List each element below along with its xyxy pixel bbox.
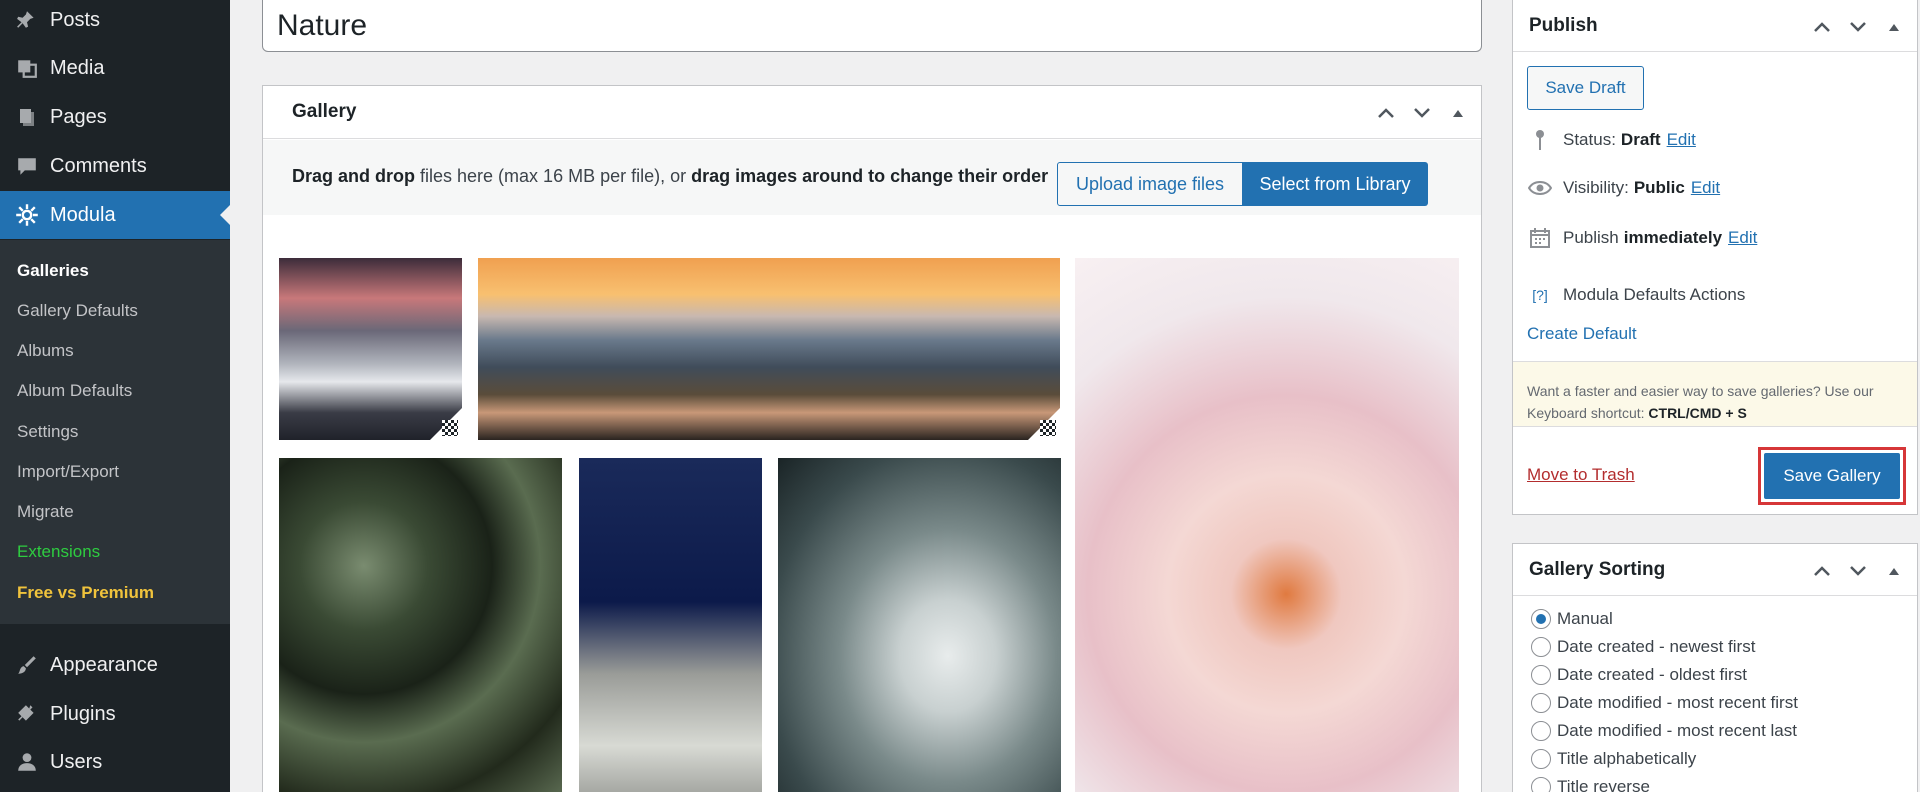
sidebar-item-label: Modula xyxy=(50,203,116,226)
sidebar-item-label: Posts xyxy=(50,8,101,31)
save-draft-button[interactable]: Save Draft xyxy=(1527,66,1644,110)
collapse-toggle-icon[interactable] xyxy=(1445,100,1471,126)
gallery-image-succulents[interactable] xyxy=(279,458,562,792)
user-icon xyxy=(10,751,44,773)
media-icon xyxy=(10,57,44,79)
sort-option-manual[interactable]: Manual xyxy=(1531,609,1613,629)
radio-button[interactable] xyxy=(1531,665,1551,685)
gallery-image-white-horse[interactable] xyxy=(778,458,1061,792)
calendar-icon xyxy=(1527,227,1553,249)
chevron-up-icon[interactable] xyxy=(1809,14,1835,40)
publish-panel-header: Publish xyxy=(1513,0,1917,52)
gallery-sorting-heading: Gallery Sorting xyxy=(1529,558,1666,580)
sort-option-title-alpha[interactable]: Title alphabetically xyxy=(1531,749,1696,769)
gallery-image-mountain-lake[interactable] xyxy=(478,258,1060,440)
pages-icon xyxy=(10,106,44,128)
gallery-image-rock-cliff[interactable] xyxy=(579,458,762,792)
sidebar-item-label: Appearance xyxy=(50,653,158,676)
select-from-library-button[interactable]: Select from Library xyxy=(1242,162,1428,206)
publish-date-row: Publish immediately Edit xyxy=(1527,227,1757,249)
sidebar-item-label: Pages xyxy=(50,105,107,128)
chevron-down-icon[interactable] xyxy=(1845,14,1871,40)
submenu-migrate[interactable]: Migrate xyxy=(17,502,74,522)
sort-option-date-created-oldest[interactable]: Date created - oldest first xyxy=(1531,665,1747,685)
submenu-import-export[interactable]: Import/Export xyxy=(17,462,119,482)
submenu-gallery-defaults[interactable]: Gallery Defaults xyxy=(17,301,138,321)
submenu-free-vs-premium[interactable]: Free vs Premium xyxy=(17,583,154,603)
move-to-trash-link[interactable]: Move to Trash xyxy=(1527,465,1635,485)
sidebar-item-comments[interactable]: Comments xyxy=(0,142,230,190)
collapse-toggle-icon[interactable] xyxy=(1881,558,1907,584)
sidebar-item-posts[interactable]: Posts xyxy=(0,0,230,44)
sidebar-item-label: Users xyxy=(50,750,103,773)
help-icon[interactable]: [?] xyxy=(1527,287,1553,303)
radio-button[interactable] xyxy=(1531,777,1551,792)
gallery-image-magnolia[interactable] xyxy=(1075,258,1459,792)
sidebar-item-label: Media xyxy=(50,56,105,79)
submenu-album-defaults[interactable]: Album Defaults xyxy=(17,381,132,401)
publish-heading: Publish xyxy=(1529,14,1598,36)
gallery-title-input[interactable]: Nature xyxy=(262,0,1482,52)
plugin-icon xyxy=(10,703,44,725)
chevron-down-icon[interactable] xyxy=(1409,100,1435,126)
chevron-down-icon[interactable] xyxy=(1845,558,1871,584)
radio-button[interactable] xyxy=(1531,693,1551,713)
sidebar-item-users[interactable]: Users xyxy=(0,738,230,786)
save-gallery-highlight: Save Gallery xyxy=(1758,447,1906,505)
sidebar-item-plugins[interactable]: Plugins xyxy=(0,690,230,738)
gallery-heading: Gallery xyxy=(292,101,357,122)
submenu-galleries[interactable]: Galleries xyxy=(17,261,89,281)
sidebar-item-label: Plugins xyxy=(50,702,116,725)
sidebar-item-modula[interactable]: Modula xyxy=(0,191,230,239)
radio-button[interactable] xyxy=(1531,749,1551,769)
pin-icon xyxy=(10,9,44,31)
submenu-extensions[interactable]: Extensions xyxy=(17,542,100,562)
radio-button[interactable] xyxy=(1531,609,1551,629)
edit-visibility-link[interactable]: Edit xyxy=(1691,178,1720,198)
edit-status-link[interactable]: Edit xyxy=(1667,130,1696,150)
modula-submenu: Galleries Gallery Defaults Albums Album … xyxy=(0,240,230,624)
save-gallery-button[interactable]: Save Gallery xyxy=(1764,453,1900,499)
upload-image-files-button[interactable]: Upload image files xyxy=(1057,162,1243,206)
edit-publish-date-link[interactable]: Edit xyxy=(1728,228,1757,248)
publish-panel: Publish Save Draft Status: Draft Edit Vis… xyxy=(1512,0,1918,515)
keyboard-shortcut-notice: Want a faster and easier way to save gal… xyxy=(1513,361,1917,427)
sidebar-item-appearance[interactable]: Appearance xyxy=(0,641,230,689)
submenu-albums[interactable]: Albums xyxy=(17,341,74,361)
radio-button[interactable] xyxy=(1531,721,1551,741)
sort-option-date-modified-recent-first[interactable]: Date modified - most recent first xyxy=(1531,693,1798,713)
sidebar-item-label: Comments xyxy=(50,154,147,177)
pin-icon xyxy=(1527,129,1553,151)
comments-icon xyxy=(10,155,44,177)
eye-icon xyxy=(1527,180,1553,196)
sidebar-item-pages[interactable]: Pages xyxy=(0,93,230,141)
sidebar-item-media[interactable]: Media xyxy=(0,44,230,92)
collapse-toggle-icon[interactable] xyxy=(1881,14,1907,40)
gallery-metabox-header: Gallery xyxy=(263,86,1481,139)
gear-icon xyxy=(10,203,44,227)
submenu-settings[interactable]: Settings xyxy=(17,422,78,442)
create-default-link[interactable]: Create Default xyxy=(1527,324,1637,344)
admin-sidebar: Posts Media Pages Comments Modula Galler… xyxy=(0,0,230,792)
gallery-sorting-panel: Gallery Sorting Manual Date created - ne… xyxy=(1512,543,1918,792)
defaults-actions-row: [?] Modula Defaults Actions xyxy=(1527,285,1745,305)
chevron-up-icon[interactable] xyxy=(1809,558,1835,584)
radio-button[interactable] xyxy=(1531,637,1551,657)
gallery-image-mountain-clouds[interactable] xyxy=(279,258,462,440)
sort-option-title-reverse[interactable]: Title reverse xyxy=(1531,777,1650,792)
chevron-up-icon[interactable] xyxy=(1373,100,1399,126)
gallery-metabox: Gallery Drag and drop files here (max 16… xyxy=(262,85,1482,792)
resize-handle-icon[interactable] xyxy=(1040,420,1056,436)
resize-handle-icon[interactable] xyxy=(442,420,458,436)
gallery-title-value: Nature xyxy=(277,8,368,42)
paintbrush-icon xyxy=(10,654,44,676)
status-row: Status: Draft Edit xyxy=(1527,129,1696,151)
visibility-row: Visibility: Public Edit xyxy=(1527,178,1720,198)
sort-option-date-created-newest[interactable]: Date created - newest first xyxy=(1531,637,1755,657)
gallery-sorting-header: Gallery Sorting xyxy=(1513,544,1917,596)
drag-drop-hint: Drag and drop files here (max 16 MB per … xyxy=(292,166,1049,186)
sort-option-date-modified-recent-last[interactable]: Date modified - most recent last xyxy=(1531,721,1797,741)
